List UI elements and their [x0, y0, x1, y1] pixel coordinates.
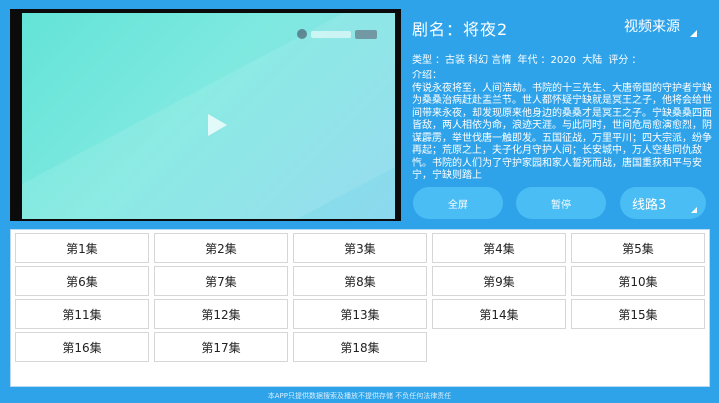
meta-type-value: ：古装 科幻 言情	[435, 55, 512, 66]
meta-rating-value: ：	[631, 55, 642, 66]
episode-button[interactable]: 第13集	[293, 299, 427, 329]
episode-button[interactable]: 第1集	[15, 233, 149, 263]
episode-button[interactable]: 第10集	[571, 266, 705, 296]
drama-meta: 类型 ：古装 科幻 言情 年代 ：2020 大陆 评分：	[412, 51, 644, 66]
episode-button[interactable]: 第8集	[293, 266, 427, 296]
watermark-text	[311, 30, 351, 38]
episode-button[interactable]: 第4集	[432, 233, 566, 263]
video-source-selector[interactable]: 视频来源	[624, 16, 680, 36]
video-player[interactable]	[10, 9, 401, 221]
meta-rating-label: 评分	[608, 55, 629, 66]
episode-button[interactable]: 第7集	[154, 266, 288, 296]
episode-button[interactable]: 第3集	[293, 233, 427, 263]
episode-button[interactable]: 第17集	[154, 332, 288, 362]
meta-year-value: ：2020	[540, 55, 576, 66]
meta-type-label: 类型	[412, 55, 432, 66]
route-selector-button[interactable]: 线路3	[620, 187, 706, 219]
channel-watermark	[297, 27, 377, 41]
watermark-tag	[355, 29, 377, 39]
meta-year-label: 年代	[517, 55, 538, 66]
drama-title: 剧名：将夜2	[412, 20, 509, 39]
disclaimer-footer: 本APP只提供数据搜索及播放不提供存储 不负任何法律责任	[267, 392, 452, 400]
play-icon[interactable]	[202, 111, 230, 139]
tv-logo-icon	[297, 29, 307, 39]
route-label: 线路3	[632, 197, 667, 213]
video-frame[interactable]	[22, 13, 395, 219]
drama-intro: 介绍： 传说永夜将至，人间浩劫。书院的十三先生、大唐帝国的守护者宁缺为桑桑治病赶…	[412, 70, 712, 181]
episode-button[interactable]: 第12集	[154, 299, 288, 329]
episode-panel: 第1集 第2集 第3集 第4集 第5集 第6集 第7集 第8集 第9集 第10集…	[10, 229, 710, 387]
episode-grid: 第1集 第2集 第3集 第4集 第5集 第6集 第7集 第8集 第9集 第10集…	[15, 233, 705, 362]
episode-button[interactable]: 第14集	[432, 299, 566, 329]
episode-button[interactable]: 第2集	[154, 233, 288, 263]
dropdown-corner-icon	[690, 30, 697, 37]
episode-button[interactable]: 第11集	[15, 299, 149, 329]
episode-button[interactable]: 第18集	[293, 332, 427, 362]
meta-region: 大陆	[582, 55, 603, 66]
episode-button[interactable]: 第15集	[571, 299, 705, 329]
episode-button[interactable]: 第6集	[15, 266, 149, 296]
episode-button[interactable]: 第16集	[15, 332, 149, 362]
pause-button[interactable]: 暂停	[516, 187, 606, 219]
episode-button[interactable]: 第9集	[432, 266, 566, 296]
episode-button[interactable]: 第5集	[571, 233, 705, 263]
dropdown-corner-icon	[691, 207, 697, 213]
fullscreen-button[interactable]: 全屏	[413, 187, 503, 219]
